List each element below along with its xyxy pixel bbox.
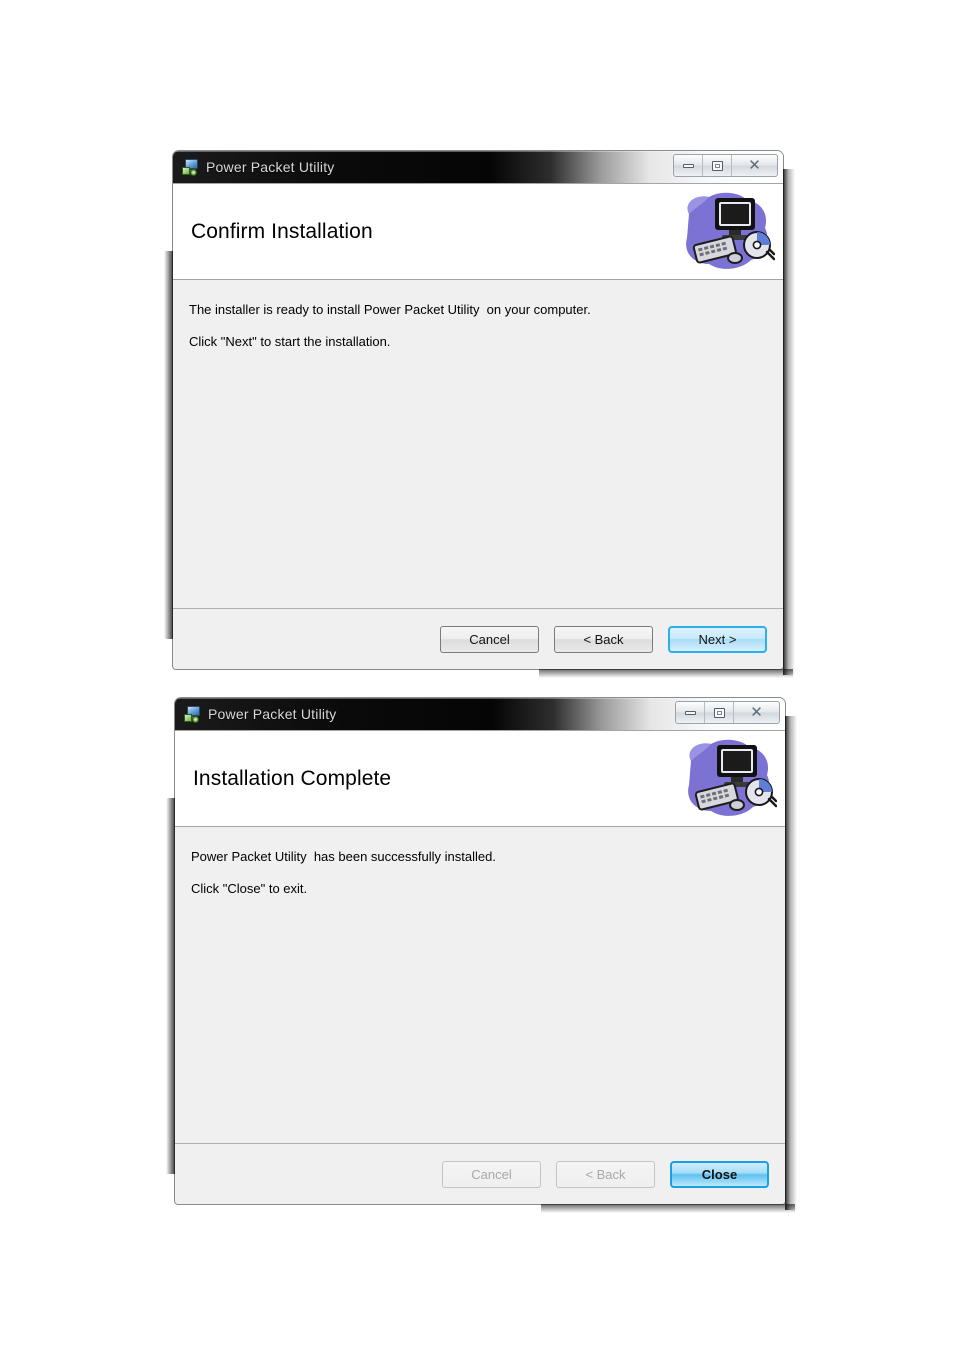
window-shadow-right [785, 716, 797, 1210]
close-icon[interactable]: ✕ [734, 702, 779, 723]
minimize-icon[interactable] [676, 702, 705, 723]
window-shadow-bottom [539, 669, 793, 678]
window-title: Power Packet Utility [208, 706, 337, 722]
maximize-icon[interactable] [703, 155, 732, 176]
window-controls: ✕ [675, 701, 780, 724]
title-bar[interactable]: Power Packet Utility ✕ [173, 151, 783, 183]
installer-window-confirm: Power Packet Utility ✕ Confirm Installat… [164, 150, 795, 678]
content-line: Click "Close" to exit. [191, 881, 308, 896]
close-glyph: ✕ [748, 157, 761, 174]
back-button[interactable]: < Back [554, 625, 653, 653]
next-button[interactable]: Next > [668, 625, 767, 653]
cancel-button[interactable]: Cancel [440, 625, 539, 653]
document-page: Power Packet Utility ✕ Confirm Installat… [0, 0, 954, 1350]
content-line: Power Packet Utility has been successful… [191, 849, 496, 864]
window-controls: ✕ [673, 154, 778, 177]
content-panel: The installer is ready to install Power … [173, 280, 783, 608]
content-line: The installer is ready to install Power … [189, 302, 591, 317]
title-bar[interactable]: Power Packet Utility ✕ [175, 698, 785, 730]
header-panel: Confirm Installation [173, 183, 783, 280]
msi-installer-icon [184, 705, 201, 723]
content-panel: Power Packet Utility has been successful… [175, 827, 785, 1143]
page-title: Confirm Installation [191, 219, 373, 243]
cancel-button: Cancel [442, 1160, 541, 1188]
maximize-icon[interactable] [705, 702, 734, 723]
close-glyph: ✕ [750, 704, 763, 721]
window-shadow-left [166, 798, 175, 1174]
header-panel: Installation Complete [175, 730, 785, 827]
content-line: Click "Next" to start the installation. [189, 334, 391, 349]
computer-monitor-keyboard-cd-icon [686, 192, 775, 269]
minimize-icon[interactable] [674, 155, 703, 176]
close-button[interactable]: Close [670, 1160, 769, 1188]
back-button: < Back [556, 1160, 655, 1188]
msi-installer-icon [182, 158, 199, 176]
window-shadow-left [164, 251, 173, 639]
page-title: Installation Complete [193, 766, 392, 790]
close-icon[interactable]: ✕ [732, 155, 777, 176]
computer-monitor-keyboard-cd-icon [688, 739, 777, 816]
window-title: Power Packet Utility [206, 159, 335, 175]
window-shadow-right [783, 169, 795, 675]
button-bar: Cancel < Back Close [175, 1143, 785, 1204]
installer-window-complete: Power Packet Utility ✕ Installation Comp… [166, 697, 797, 1213]
button-bar: Cancel < Back Next > [173, 608, 783, 669]
window-shadow-bottom [541, 1204, 795, 1213]
